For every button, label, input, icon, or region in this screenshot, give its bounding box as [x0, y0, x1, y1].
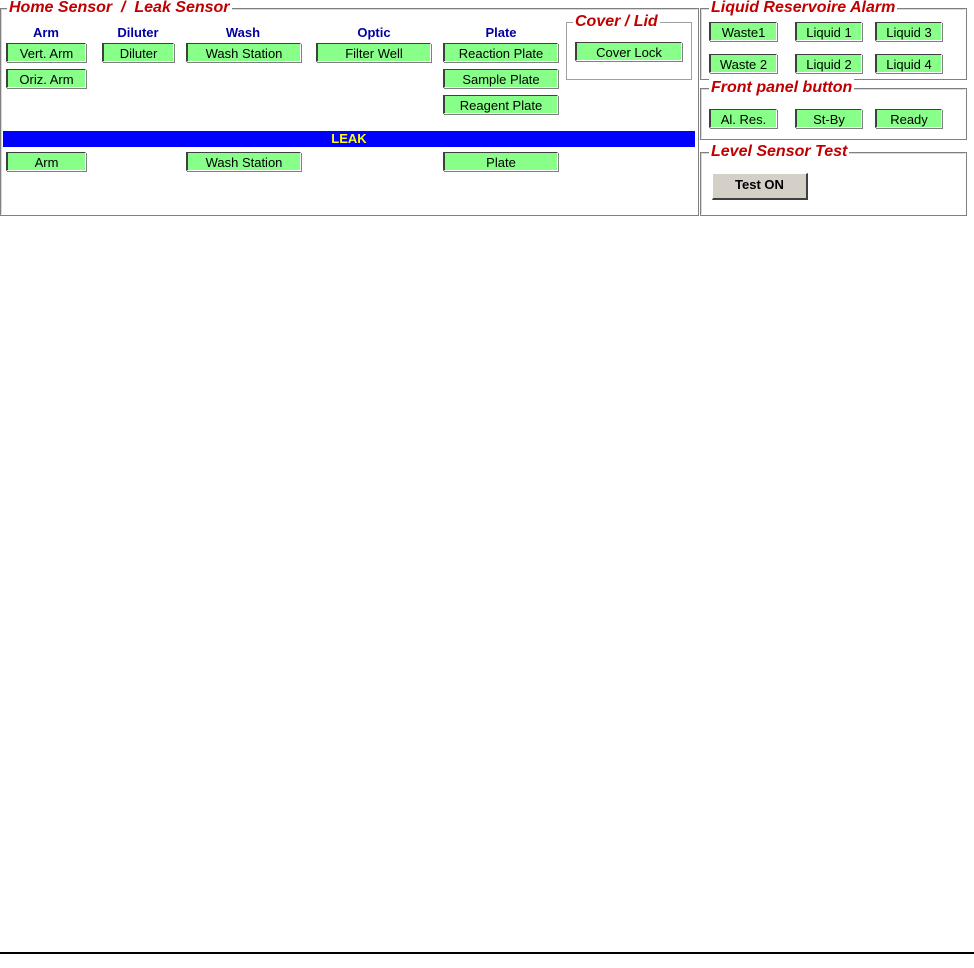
home-filter-well-indicator: Filter Well — [316, 43, 431, 62]
bottom-rule — [0, 952, 974, 954]
home-sample-plate-indicator: Sample Plate — [443, 69, 558, 88]
home-diluter-indicator: Diluter — [102, 43, 174, 62]
home-oriz-arm-indicator: Oriz. Arm — [6, 69, 86, 88]
liquid-2-indicator: Liquid 2 — [795, 54, 862, 73]
liquid-1-indicator: Liquid 1 — [795, 22, 862, 41]
column-arm: Arm — [32, 25, 59, 40]
home-reagent-plate-indicator: Reagent Plate — [443, 95, 558, 114]
waste1-indicator: Waste1 — [709, 22, 777, 41]
cover-lid-title: Cover / Lid — [573, 13, 660, 31]
waste-2-indicator: Waste 2 — [709, 54, 777, 73]
column-wash: Wash — [225, 25, 261, 40]
leak-wash-station-indicator: Wash Station — [186, 152, 301, 171]
liquid-4-indicator: Liquid 4 — [875, 54, 942, 73]
home-reaction-plate-indicator: Reaction Plate — [443, 43, 558, 62]
column-plate: Plate — [485, 25, 517, 40]
leak-header-bar: LEAK — [3, 131, 695, 147]
column-diluter: Diluter — [117, 25, 159, 40]
front-panel-button-title: Front panel button — [709, 79, 855, 97]
liquid-3-indicator: Liquid 3 — [875, 22, 942, 41]
standby-indicator: St-By — [795, 109, 862, 128]
column-optic: Optic — [357, 25, 391, 40]
liquid-reservoir-alarm-title: Liquid Reservoire Alarm — [709, 0, 898, 17]
home-vert-arm-indicator: Vert. Arm — [6, 43, 86, 62]
leak-arm-indicator: Arm — [6, 152, 86, 171]
ready-indicator: Ready — [875, 109, 942, 128]
test-on-button[interactable]: Test ON — [712, 173, 808, 200]
home-wash-station-indicator: Wash Station — [186, 43, 301, 62]
alarm-reset-indicator: Al. Res. — [709, 109, 777, 128]
home-leak-sensor-title: Home Sensor / Leak Sensor — [7, 0, 232, 17]
cover-lock-indicator: Cover Lock — [575, 42, 682, 61]
leak-plate-indicator: Plate — [443, 152, 558, 171]
level-sensor-test-title: Level Sensor Test — [709, 143, 850, 161]
